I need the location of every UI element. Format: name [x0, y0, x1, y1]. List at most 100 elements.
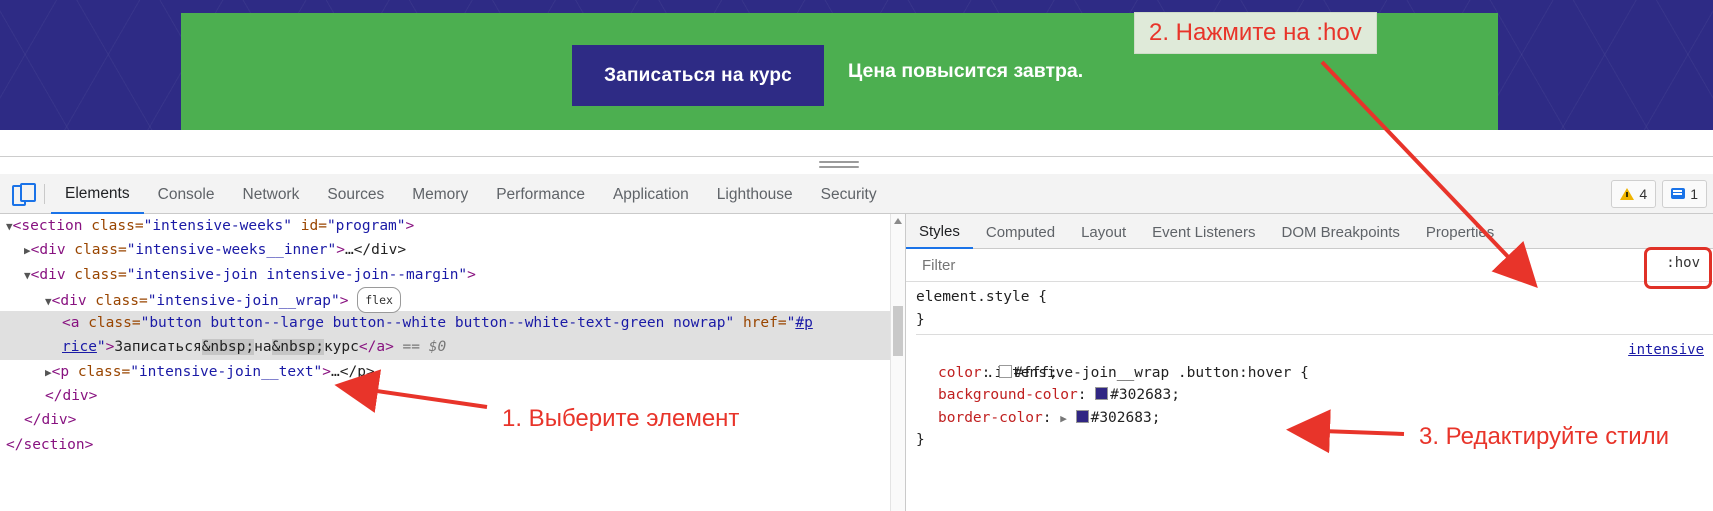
- styles-panel: Styles Computed Layout Event Listeners D…: [905, 214, 1713, 511]
- tab-console[interactable]: Console: [144, 175, 229, 213]
- dom-row-anchor-line1[interactable]: <a class="button button--large button--w…: [0, 311, 890, 336]
- dom-attr-class: class: [74, 266, 118, 283]
- dom-val-a-href-cont: rice: [62, 339, 97, 356]
- dom-tag-p: p: [60, 363, 70, 380]
- tab-memory[interactable]: Memory: [398, 175, 482, 213]
- color-swatch-icon[interactable]: [999, 364, 1013, 378]
- scrollbar-thumb[interactable]: [893, 306, 903, 356]
- tab-elements[interactable]: Elements: [51, 174, 144, 214]
- dom-attr-href: href=: [742, 315, 787, 332]
- css-property-name[interactable]: color: [938, 365, 982, 381]
- dom-val-section-class: "intensive-weeks": [143, 218, 292, 234]
- dom-attr-class: class: [91, 218, 135, 234]
- annotation-step-3: 3. Редактируйте стили: [1419, 423, 1670, 450]
- dom-anchor-close: </a>: [358, 339, 394, 356]
- dom-anchor-text3: курс: [323, 339, 359, 356]
- dom-close-div: </div>: [24, 412, 77, 429]
- dom-nbsp-entity: &nbsp;: [201, 339, 255, 356]
- dom-attr-class: class: [88, 315, 132, 332]
- dom-anchor-text2: на: [254, 339, 272, 356]
- warning-counter[interactable]: 4: [1611, 179, 1657, 208]
- dom-val-section-id: "program": [326, 218, 406, 234]
- dom-row-close-div-outer[interactable]: </div>: [0, 408, 890, 432]
- tab-dom-breakpoints[interactable]: DOM Breakpoints: [1269, 215, 1413, 248]
- tab-sources[interactable]: Sources: [313, 175, 398, 213]
- devtools-window: Elements Console Network Sources Memory …: [0, 156, 1713, 511]
- dom-close-section: </section>: [6, 436, 94, 453]
- dom-row-close-section[interactable]: </section>: [0, 433, 890, 457]
- page-preview: Записаться на курс Цена повысится завтра…: [0, 0, 1713, 156]
- disclosure-triangle-open-icon[interactable]: ▼: [6, 220, 13, 233]
- devtools-resize-handle[interactable]: [819, 161, 859, 169]
- dom-row-inner-div[interactable]: ▶<div class="intensive-weeks__inner">…</…: [0, 238, 890, 262]
- dom-val-a-href: #p: [795, 315, 813, 332]
- dom-row-wrap-div[interactable]: ▼<div class="intensive-join__wrap"> flex: [0, 286, 890, 314]
- warning-triangle-icon: [1620, 187, 1635, 200]
- tab-event-listeners[interactable]: Event Listeners: [1139, 215, 1268, 248]
- dom-p-ellipsis: …</p>: [331, 363, 375, 380]
- dom-tag-div: div: [39, 242, 66, 259]
- scroll-up-arrow-icon[interactable]: [894, 218, 902, 224]
- color-swatch-icon[interactable]: [1075, 409, 1089, 423]
- tab-performance[interactable]: Performance: [482, 175, 599, 213]
- disclosure-triangle-closed-icon[interactable]: ▶: [24, 244, 31, 257]
- dom-tree-panel[interactable]: ▼<section class="intensive-weeks" id="pr…: [0, 214, 890, 511]
- devtools-main-toolbar: Elements Console Network Sources Memory …: [0, 174, 1713, 214]
- dom-val-join-class: "intensive-join intensive-join--margin": [126, 266, 468, 283]
- dom-row-paragraph[interactable]: ▶<p class="intensive-join__text">…</p>: [0, 360, 890, 384]
- dom-row-close-div-inner[interactable]: </div>: [0, 384, 890, 408]
- dom-row-anchor-line2[interactable]: rice">Записаться&nbsp;на&nbsp;курс</a> =…: [0, 335, 890, 360]
- disclosure-triangle-closed-icon[interactable]: ▶: [45, 366, 52, 379]
- dom-tree-scrollbar[interactable]: [890, 214, 905, 511]
- css-property-value[interactable]: #fff: [1014, 365, 1049, 381]
- dom-val-wrap-class: "intensive-join__wrap": [147, 292, 340, 309]
- dom-val-inner-class: "intensive-weeks__inner": [126, 242, 337, 259]
- css-property-name[interactable]: border-color: [938, 410, 1043, 426]
- css-declaration-color[interactable]: color: #fff;: [916, 362, 1713, 385]
- annotation-step-2: 2. Нажмите на :hov: [1134, 12, 1377, 54]
- dom-close-div: </div>: [45, 388, 98, 405]
- dom-anchor-text: Записаться: [114, 339, 202, 356]
- css-property-name[interactable]: background-color: [938, 387, 1078, 403]
- dom-val-a-class: "button button--large button--white butt…: [140, 315, 735, 332]
- tab-layout[interactable]: Layout: [1068, 215, 1139, 248]
- dom-console-ref: == $0: [402, 339, 447, 356]
- css-property-value[interactable]: #302683: [1091, 410, 1152, 426]
- css-element-style-close: }: [916, 311, 925, 328]
- css-rule-source-link[interactable]: intensive: [1628, 339, 1704, 362]
- tab-application[interactable]: Application: [599, 175, 703, 213]
- tab-security[interactable]: Security: [807, 175, 891, 213]
- inspect-element-icon[interactable]: [12, 182, 36, 206]
- signup-course-button[interactable]: Записаться на курс: [572, 45, 824, 106]
- dom-attr-class: class: [77, 363, 122, 380]
- css-declaration-background-color[interactable]: background-color: #302683;: [916, 384, 1713, 407]
- dom-val-p-class: "intensive-join__text": [130, 363, 323, 380]
- annotation-step-1: 1. Выберите элемент: [502, 405, 740, 432]
- css-rule-selector-row[interactable]: .intensive-join__wrap .button:hover { in…: [916, 339, 1713, 381]
- styles-filter-input[interactable]: [920, 255, 1324, 275]
- dom-tag-div: div: [39, 266, 66, 283]
- styles-panel-tabs: Styles Computed Layout Event Listeners D…: [906, 214, 1713, 249]
- message-bubble-icon: [1671, 188, 1686, 199]
- tab-lighthouse[interactable]: Lighthouse: [703, 175, 807, 213]
- tab-computed[interactable]: Computed: [973, 215, 1068, 248]
- tab-network[interactable]: Network: [229, 175, 314, 213]
- tab-properties[interactable]: Properties: [1413, 215, 1507, 248]
- dom-attr-id: id: [300, 218, 319, 234]
- message-counter[interactable]: 1: [1662, 179, 1707, 208]
- dom-row-join-div[interactable]: ▼<div class="intensive-join intensive-jo…: [0, 263, 890, 287]
- dom-attr-class: class: [74, 242, 118, 259]
- expand-shorthand-triangle-icon[interactable]: ▶: [1060, 412, 1067, 425]
- tab-styles[interactable]: Styles: [906, 214, 973, 249]
- disclosure-triangle-open-icon[interactable]: ▼: [24, 269, 31, 282]
- flex-badge[interactable]: flex: [357, 286, 401, 314]
- color-swatch-icon[interactable]: [1095, 387, 1109, 400]
- styles-filter-bar: :hov: [906, 247, 1713, 289]
- disclosure-triangle-open-icon[interactable]: ▼: [45, 295, 52, 308]
- css-property-value[interactable]: #302683: [1110, 387, 1171, 403]
- dom-nbsp-entity: &nbsp;: [271, 339, 324, 356]
- dom-row-section-open[interactable]: ▼<section class="intensive-weeks" id="pr…: [0, 214, 890, 238]
- css-element-style-open[interactable]: element.style {: [916, 286, 1713, 309]
- toggle-hover-state-button[interactable]: :hov: [1660, 253, 1706, 273]
- price-notice-text: Цена повысится завтра.: [848, 60, 1084, 82]
